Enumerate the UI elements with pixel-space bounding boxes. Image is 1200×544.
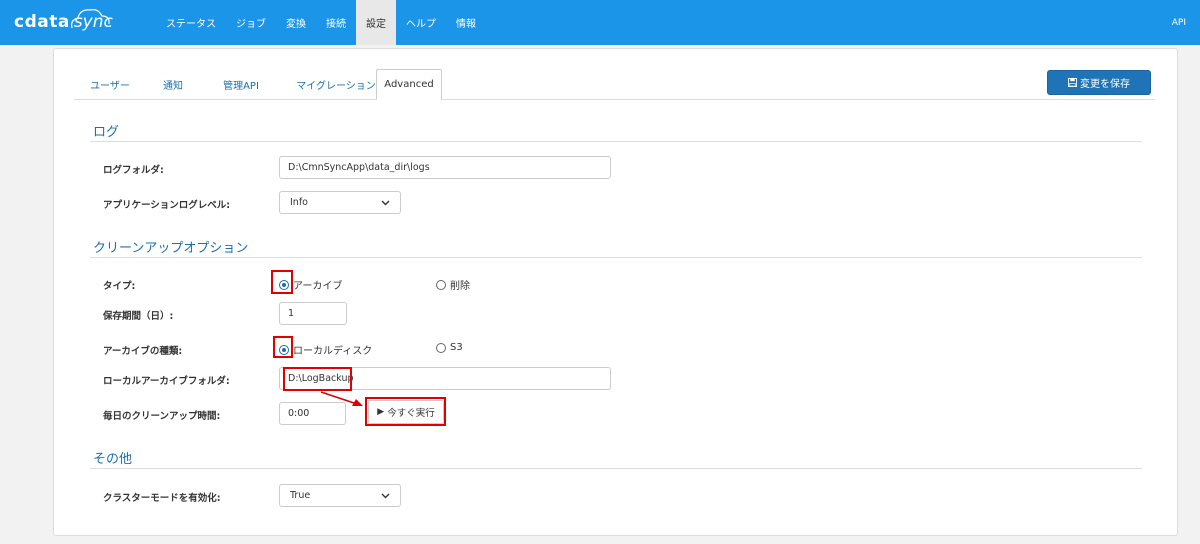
nav-jobs[interactable]: ジョブ — [226, 0, 276, 45]
highlight-box — [283, 367, 352, 391]
nav-status[interactable]: ステータス — [156, 0, 226, 45]
floppy-disk-icon — [1068, 78, 1077, 87]
highlight-box — [365, 397, 446, 426]
logo-data-text: cdata — [14, 12, 70, 32]
cluster-mode-value: True — [290, 490, 311, 501]
cleanup-type-label: タイプ: — [103, 281, 136, 292]
tab-migration[interactable]: マイグレーション — [286, 69, 386, 100]
radio-type-delete-label: 削除 — [450, 281, 470, 292]
radio-type-delete[interactable]: 削除 — [436, 277, 470, 292]
radio-archive-s3[interactable]: S3 — [436, 342, 463, 353]
main-nav: ステータス ジョブ 変換 接続 設定 ヘルプ 情報 — [156, 0, 486, 45]
tab-advanced[interactable]: Advanced — [376, 69, 442, 100]
radio-type-archive-label: アーカイブ — [293, 281, 343, 292]
section-title-log: ログ — [93, 125, 120, 140]
nav-settings[interactable]: 設定 — [356, 0, 396, 45]
radio-button[interactable] — [436, 279, 446, 290]
log-level-value: Info — [290, 197, 308, 208]
red-arrow-annotation — [320, 391, 363, 406]
archive-kind-label: アーカイブの種類: — [103, 346, 183, 357]
section-title-cleanup: クリーンアップオプション — [93, 241, 249, 256]
cluster-mode-select[interactable]: True — [279, 484, 401, 507]
section-divider — [90, 468, 1142, 469]
log-folder-input[interactable]: D:\CmnSyncApp\data_dir\logs — [279, 156, 611, 179]
cloud-icon — [70, 9, 110, 29]
save-changes-label: 変更を保存 — [1080, 79, 1130, 90]
nav-transform[interactable]: 変換 — [276, 0, 316, 45]
highlight-box — [271, 270, 293, 294]
local-archive-folder-label: ローカルアーカイブフォルダ: — [103, 376, 230, 387]
radio-button[interactable] — [436, 342, 446, 353]
log-folder-label: ログフォルダ: — [103, 165, 164, 176]
tab-notifications[interactable]: 通知 — [150, 69, 196, 100]
log-level-label: アプリケーションログレベル: — [103, 200, 231, 211]
app-logo[interactable]: cdata sync — [14, 8, 113, 36]
retention-days-input[interactable]: 1 — [279, 302, 347, 325]
log-level-select[interactable]: Info — [279, 191, 401, 214]
daily-cleanup-time-label: 毎日のクリーンアップ時間: — [103, 411, 221, 422]
tab-admin-api[interactable]: 管理API — [206, 69, 276, 100]
cluster-mode-label: クラスターモードを有効化: — [103, 493, 221, 504]
tab-users[interactable]: ユーザー — [80, 69, 140, 100]
highlight-box — [273, 336, 293, 358]
nav-info[interactable]: 情報 — [446, 0, 486, 45]
radio-archive-s3-label: S3 — [450, 342, 463, 353]
logo-sync-text: sync — [70, 9, 113, 32]
retention-days-label: 保存期間（日）: — [103, 311, 174, 322]
save-changes-button[interactable]: 変更を保存 — [1047, 70, 1151, 95]
nav-api[interactable]: API — [1172, 0, 1186, 45]
nav-connections[interactable]: 接続 — [316, 0, 356, 45]
settings-panel: ユーザー 通知 管理API マイグレーション Advanced 変更を保存 ログ… — [53, 48, 1178, 536]
chevron-down-icon — [381, 200, 390, 206]
chevron-down-icon — [381, 493, 390, 499]
nav-help[interactable]: ヘルプ — [396, 0, 446, 45]
section-divider — [90, 141, 1142, 142]
settings-tabs: ユーザー 通知 管理API マイグレーション Advanced — [74, 69, 1155, 100]
radio-archive-local-disk-label: ローカルディスク — [293, 346, 373, 357]
section-title-other: その他 — [93, 452, 133, 467]
top-nav-bar: cdata sync ステータス ジョブ 変換 接続 設定 ヘルプ 情報 API — [0, 0, 1200, 45]
section-divider — [90, 257, 1142, 258]
